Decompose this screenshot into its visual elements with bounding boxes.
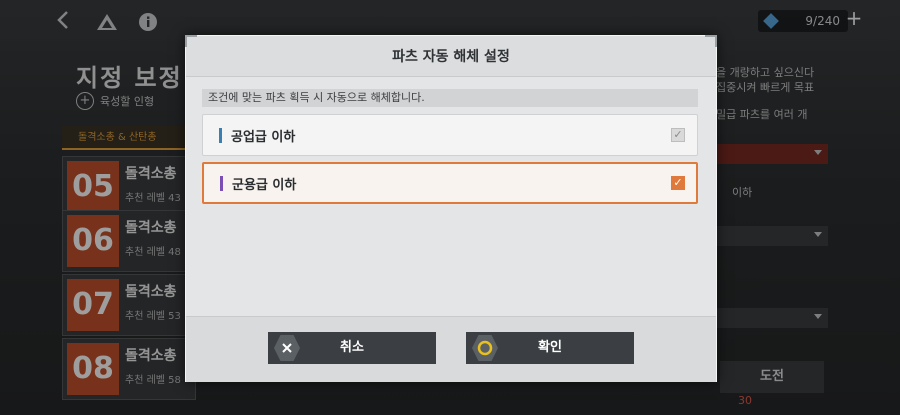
checkbox-icon[interactable]: ✓ [671,128,685,142]
close-icon [274,335,300,361]
confirm-label: 확인 [538,340,562,355]
dialog-title: 파츠 자동 해체 설정 [392,49,510,65]
circle-confirm-icon [472,335,498,361]
option-label: 군용급 이하 [232,178,297,193]
confirm-button[interactable]: 확인 [466,332,634,364]
cancel-button[interactable]: 취소 [268,332,436,364]
corner-decoration [705,35,717,47]
dialog-header: 파츠 자동 해체 설정 [186,36,716,77]
dialog-description: 조건에 맞는 파츠 획득 시 자동으로 해체합니다. [202,89,698,107]
corner-decoration [185,35,197,47]
grade-color-bar [219,128,222,143]
option-label: 공업급 이하 [231,130,296,145]
dialog-footer: 취소 확인 [186,316,716,382]
option-military[interactable]: 군용급 이하 ✓ [202,162,698,204]
cancel-label: 취소 [340,340,364,355]
auto-dismantle-dialog: 파츠 자동 해체 설정 조건에 맞는 파츠 획득 시 자동으로 해체합니다. 공… [185,35,717,382]
checkbox-checked-icon[interactable]: ✓ [671,176,685,190]
option-industrial[interactable]: 공업급 이하 ✓ [202,114,698,156]
grade-color-bar [220,176,223,191]
